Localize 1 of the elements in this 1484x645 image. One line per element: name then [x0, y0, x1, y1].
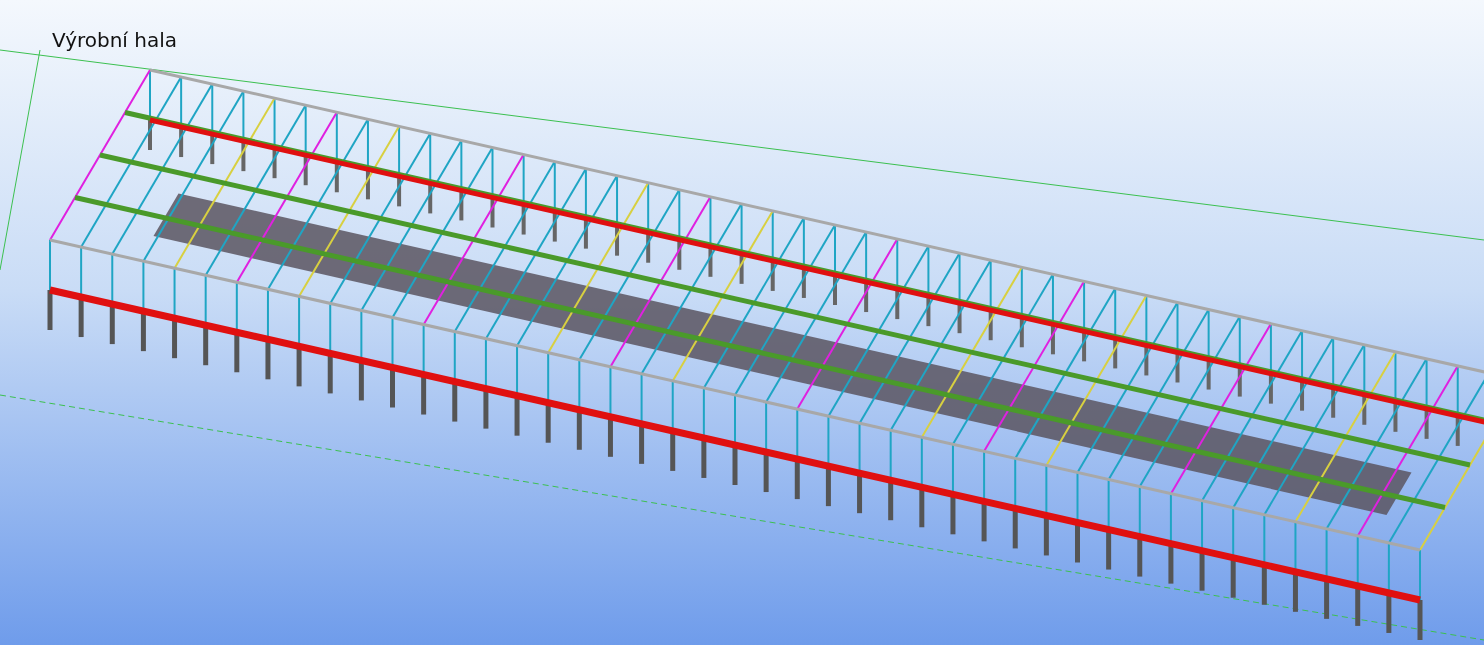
viewport-title: Výrobní hala [52, 28, 178, 52]
